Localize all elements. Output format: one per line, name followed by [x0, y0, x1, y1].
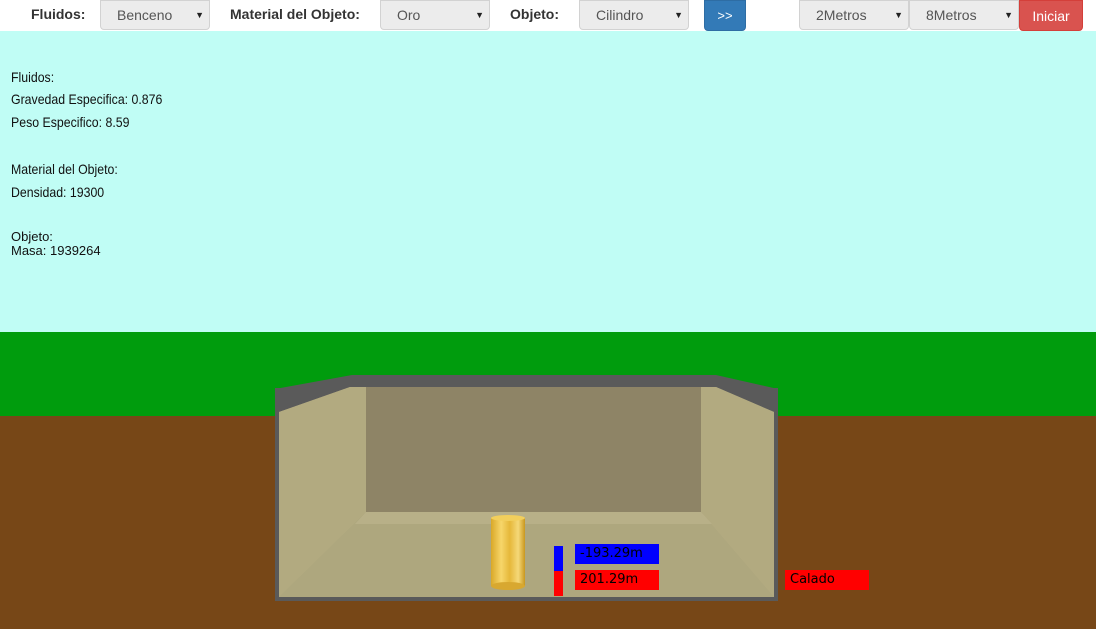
level-bar-blue [554, 546, 563, 571]
tank-scene [275, 375, 778, 601]
upper-readout: -193.29m [575, 544, 659, 564]
fluid-ledge [355, 512, 712, 524]
draft-label: Calado [785, 570, 869, 590]
fluid-deep-region [366, 387, 701, 512]
cylinder-top [491, 515, 525, 521]
cylinder-bottom [491, 582, 525, 590]
cylinder-body [491, 518, 525, 586]
lower-readout: 201.29m [575, 570, 659, 590]
gold-cylinder[interactable] [491, 515, 525, 590]
level-bar-red [554, 571, 563, 596]
